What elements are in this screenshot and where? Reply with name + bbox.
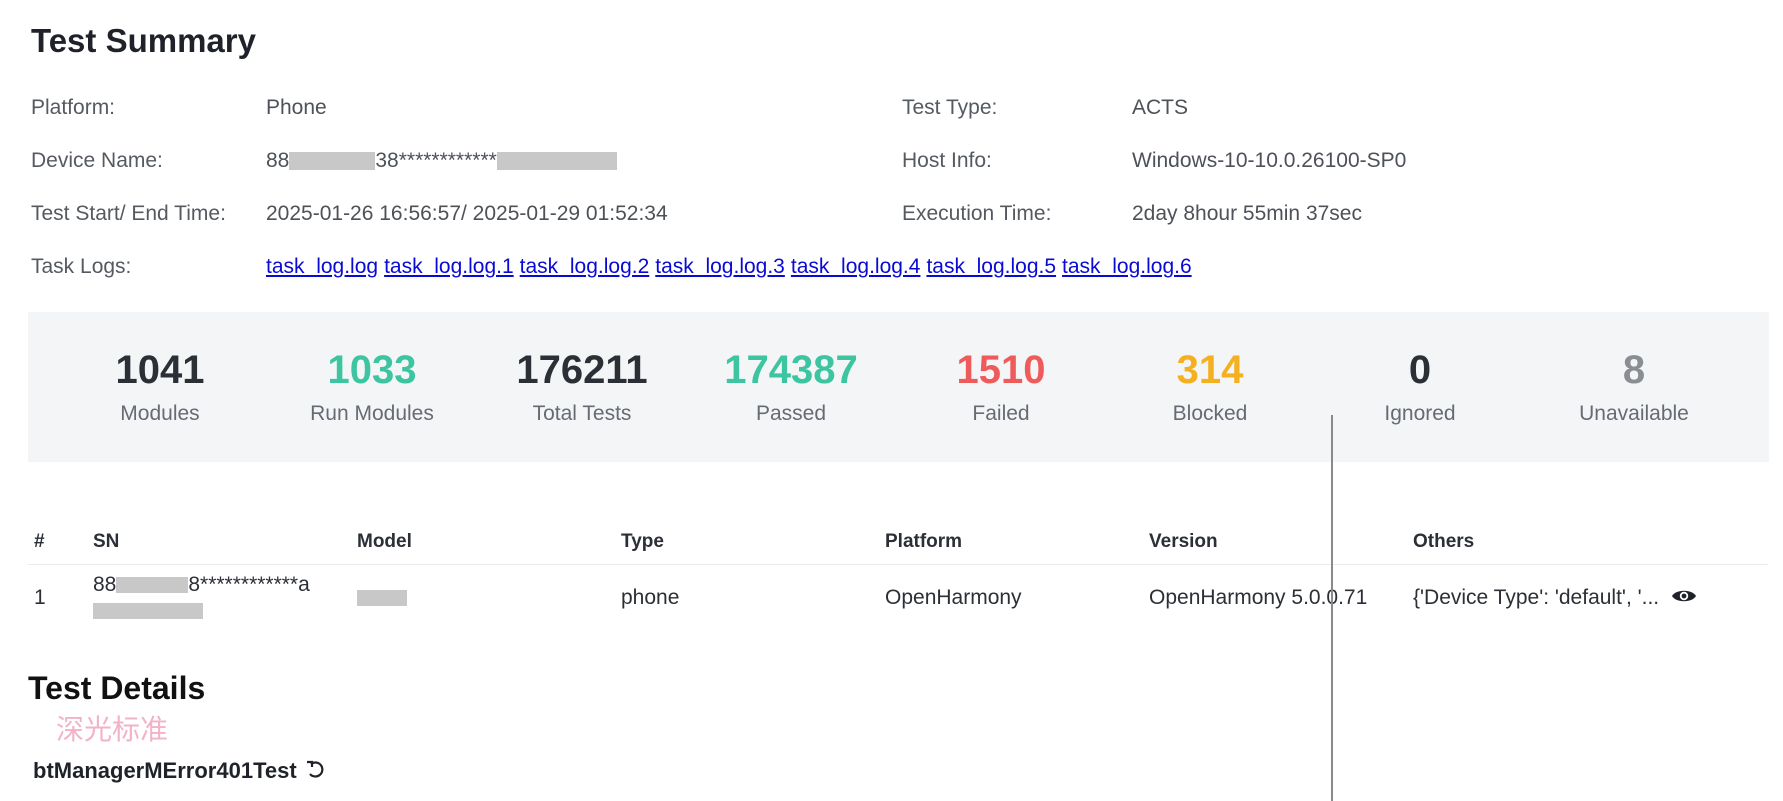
task-log-link[interactable]: task_log.log.6 [1062, 255, 1192, 278]
platform-label: Platform: [31, 96, 116, 119]
eye-icon[interactable] [1671, 586, 1697, 602]
sn-mid: 8************a [188, 573, 310, 596]
test-detail-item[interactable]: btManagerMError401Test [33, 758, 327, 784]
device-name-prefix: 88 [266, 149, 290, 172]
column-header: SN [87, 520, 351, 565]
stat-label: Passed [755, 402, 827, 425]
stat-value: 176211 [516, 348, 648, 392]
table-row: 1 88 8************a phone OpenHarmony Ope… [28, 565, 1768, 632]
column-header: Model [351, 520, 615, 565]
stat-ignored: 0 Ignored [1320, 348, 1520, 426]
test-name: btManagerMError401Test [33, 758, 297, 783]
undo-icon[interactable] [305, 759, 327, 781]
task-log-link[interactable]: task_log.log.4 [791, 255, 921, 278]
redaction-block [116, 577, 189, 594]
column-header: # [28, 520, 87, 565]
task-log-link[interactable]: task_log.log.3 [655, 255, 785, 278]
task-logs-label: Task Logs: [31, 255, 132, 278]
stat-total-tests: 176211 Total Tests [482, 348, 682, 426]
test-type-value: ACTS [1132, 96, 1189, 119]
column-header: Platform [879, 520, 1143, 565]
time-label: Test Start/ End Time: [31, 202, 226, 225]
stat-passed: 174387 Passed [691, 348, 891, 426]
redaction-block [496, 152, 617, 171]
column-header: Type [615, 520, 879, 565]
redaction-block [357, 590, 407, 607]
cell-sn: 88 8************a [87, 565, 351, 632]
stat-value: 174387 [724, 348, 858, 392]
stat-value: 8 [1622, 348, 1646, 392]
cell-type: phone [621, 586, 680, 609]
stats-panel: 1041 Modules 1033 Run Modules 176211 Tot… [28, 312, 1769, 462]
page-title: Test Summary [31, 22, 256, 59]
stat-value: 1510 [956, 348, 1046, 392]
execution-time-label: Execution Time: [902, 202, 1052, 225]
stat-value: 1041 [115, 348, 205, 392]
stat-label: Unavailable [1579, 402, 1689, 425]
watermark: 深光标准 [56, 713, 169, 746]
others-text: {'Device Type': 'default', '... [1413, 586, 1660, 609]
time-value: 2025-01-26 16:56:57/ 2025-01-29 01:52:34 [266, 202, 668, 225]
execution-time-value: 2day 8hour 55min 37sec [1132, 202, 1362, 225]
cell-platform: OpenHarmony [885, 586, 1022, 609]
device-name-value: 88 38************ [266, 149, 617, 173]
table-header-row: # SN Model Type Platform Version Others [28, 520, 1768, 565]
vertical-divider [1331, 415, 1333, 801]
stat-modules: 1041 Modules [60, 348, 260, 426]
redaction-block [289, 152, 376, 171]
stat-value: 0 [1408, 348, 1432, 392]
device-name-label: Device Name: [31, 149, 163, 172]
cell-index: 1 [34, 586, 46, 609]
test-details-title: Test Details [28, 670, 206, 706]
task-log-link[interactable]: task_log.log.2 [520, 255, 650, 278]
stat-label: Total Tests [532, 402, 632, 425]
host-info-label: Host Info: [902, 149, 992, 172]
stat-label: Failed [972, 402, 1030, 425]
stat-unavailable: 8 Unavailable [1534, 348, 1734, 426]
stat-label: Modules [120, 402, 200, 425]
platform-value: Phone [266, 96, 327, 119]
task-logs-links: task_log.log task_log.log.1 task_log.log.2… [266, 255, 1198, 279]
stat-blocked: 314 Blocked [1110, 348, 1310, 426]
stat-label: Run Modules [310, 402, 434, 425]
stat-label: Ignored [1384, 402, 1456, 425]
stat-run-modules: 1033 Run Modules [272, 348, 472, 426]
cell-model [351, 565, 615, 632]
stat-value: 1033 [327, 348, 417, 392]
sn-prefix: 88 [93, 573, 117, 596]
test-type-label: Test Type: [902, 96, 998, 119]
cell-others: {'Device Type': 'default', '... [1407, 565, 1768, 632]
device-table: # SN Model Type Platform Version Others … [28, 520, 1768, 631]
stat-failed: 1510 Failed [901, 348, 1101, 426]
column-header: Version [1143, 520, 1407, 565]
host-info-value: Windows-10-10.0.26100-SP0 [1132, 149, 1407, 172]
stat-label: Blocked [1172, 402, 1248, 425]
stat-value: 314 [1176, 348, 1244, 392]
task-log-link[interactable]: task_log.log [266, 255, 378, 278]
column-header: Others [1407, 520, 1768, 565]
redaction-block [93, 603, 203, 620]
task-log-link[interactable]: task_log.log.5 [926, 255, 1056, 278]
cell-version: OpenHarmony 5.0.0.71 [1149, 586, 1368, 609]
device-name-mid: 38************ [375, 149, 497, 172]
task-log-link[interactable]: task_log.log.1 [384, 255, 514, 278]
